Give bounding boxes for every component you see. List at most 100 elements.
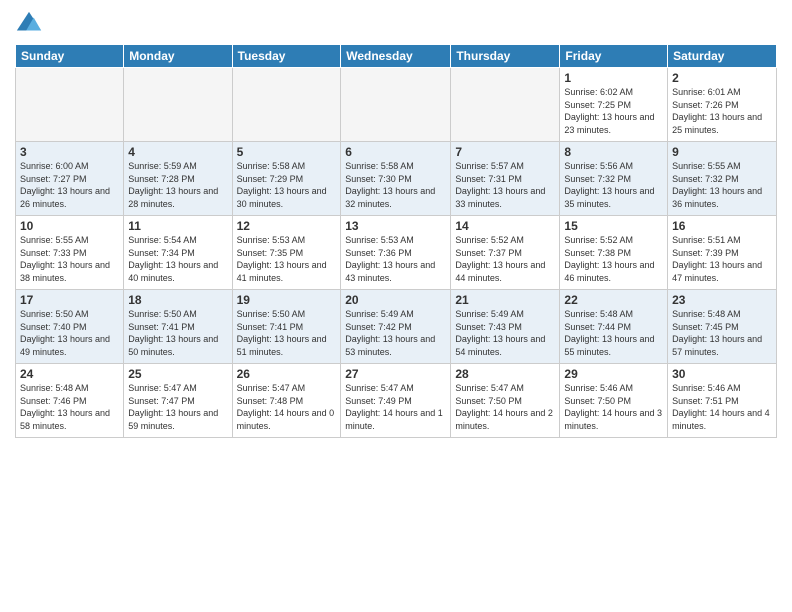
day-number: 20	[345, 293, 446, 307]
day-number: 26	[237, 367, 337, 381]
day-number: 21	[455, 293, 555, 307]
calendar-cell: 8Sunrise: 5:56 AM Sunset: 7:32 PM Daylig…	[560, 142, 668, 216]
calendar-cell: 9Sunrise: 5:55 AM Sunset: 7:32 PM Daylig…	[668, 142, 777, 216]
day-info: Sunrise: 5:48 AM Sunset: 7:44 PM Dayligh…	[564, 308, 663, 358]
calendar-cell: 25Sunrise: 5:47 AM Sunset: 7:47 PM Dayli…	[124, 364, 232, 438]
header	[15, 10, 777, 38]
day-number: 16	[672, 219, 772, 233]
calendar-cell: 21Sunrise: 5:49 AM Sunset: 7:43 PM Dayli…	[451, 290, 560, 364]
calendar-table: SundayMondayTuesdayWednesdayThursdayFrid…	[15, 44, 777, 438]
day-info: Sunrise: 5:58 AM Sunset: 7:29 PM Dayligh…	[237, 160, 337, 210]
day-info: Sunrise: 5:50 AM Sunset: 7:41 PM Dayligh…	[237, 308, 337, 358]
calendar-cell	[341, 68, 451, 142]
day-number: 12	[237, 219, 337, 233]
day-number: 18	[128, 293, 227, 307]
calendar-week-row: 1Sunrise: 6:02 AM Sunset: 7:25 PM Daylig…	[16, 68, 777, 142]
day-info: Sunrise: 6:01 AM Sunset: 7:26 PM Dayligh…	[672, 86, 772, 136]
day-number: 29	[564, 367, 663, 381]
calendar-cell: 28Sunrise: 5:47 AM Sunset: 7:50 PM Dayli…	[451, 364, 560, 438]
calendar-cell: 20Sunrise: 5:49 AM Sunset: 7:42 PM Dayli…	[341, 290, 451, 364]
calendar-day-header: Saturday	[668, 45, 777, 68]
day-number: 4	[128, 145, 227, 159]
day-number: 23	[672, 293, 772, 307]
day-info: Sunrise: 5:52 AM Sunset: 7:38 PM Dayligh…	[564, 234, 663, 284]
calendar-cell: 3Sunrise: 6:00 AM Sunset: 7:27 PM Daylig…	[16, 142, 124, 216]
calendar-cell: 23Sunrise: 5:48 AM Sunset: 7:45 PM Dayli…	[668, 290, 777, 364]
day-info: Sunrise: 5:48 AM Sunset: 7:46 PM Dayligh…	[20, 382, 119, 432]
calendar-cell: 14Sunrise: 5:52 AM Sunset: 7:37 PM Dayli…	[451, 216, 560, 290]
day-info: Sunrise: 5:49 AM Sunset: 7:43 PM Dayligh…	[455, 308, 555, 358]
day-number: 27	[345, 367, 446, 381]
day-number: 3	[20, 145, 119, 159]
calendar-week-row: 24Sunrise: 5:48 AM Sunset: 7:46 PM Dayli…	[16, 364, 777, 438]
day-info: Sunrise: 5:55 AM Sunset: 7:32 PM Dayligh…	[672, 160, 772, 210]
calendar-cell: 6Sunrise: 5:58 AM Sunset: 7:30 PM Daylig…	[341, 142, 451, 216]
day-info: Sunrise: 6:00 AM Sunset: 7:27 PM Dayligh…	[20, 160, 119, 210]
calendar-cell: 1Sunrise: 6:02 AM Sunset: 7:25 PM Daylig…	[560, 68, 668, 142]
calendar-week-row: 10Sunrise: 5:55 AM Sunset: 7:33 PM Dayli…	[16, 216, 777, 290]
day-info: Sunrise: 5:47 AM Sunset: 7:50 PM Dayligh…	[455, 382, 555, 432]
day-info: Sunrise: 5:50 AM Sunset: 7:40 PM Dayligh…	[20, 308, 119, 358]
day-info: Sunrise: 5:53 AM Sunset: 7:35 PM Dayligh…	[237, 234, 337, 284]
day-number: 10	[20, 219, 119, 233]
calendar-cell: 4Sunrise: 5:59 AM Sunset: 7:28 PM Daylig…	[124, 142, 232, 216]
day-info: Sunrise: 5:47 AM Sunset: 7:49 PM Dayligh…	[345, 382, 446, 432]
calendar-cell	[16, 68, 124, 142]
day-number: 17	[20, 293, 119, 307]
calendar-cell: 26Sunrise: 5:47 AM Sunset: 7:48 PM Dayli…	[232, 364, 341, 438]
day-info: Sunrise: 5:51 AM Sunset: 7:39 PM Dayligh…	[672, 234, 772, 284]
calendar-day-header: Monday	[124, 45, 232, 68]
calendar-cell: 19Sunrise: 5:50 AM Sunset: 7:41 PM Dayli…	[232, 290, 341, 364]
calendar-cell: 13Sunrise: 5:53 AM Sunset: 7:36 PM Dayli…	[341, 216, 451, 290]
calendar-cell: 12Sunrise: 5:53 AM Sunset: 7:35 PM Dayli…	[232, 216, 341, 290]
calendar-cell: 22Sunrise: 5:48 AM Sunset: 7:44 PM Dayli…	[560, 290, 668, 364]
day-number: 7	[455, 145, 555, 159]
day-info: Sunrise: 5:53 AM Sunset: 7:36 PM Dayligh…	[345, 234, 446, 284]
day-number: 6	[345, 145, 446, 159]
calendar-cell: 11Sunrise: 5:54 AM Sunset: 7:34 PM Dayli…	[124, 216, 232, 290]
day-info: Sunrise: 5:56 AM Sunset: 7:32 PM Dayligh…	[564, 160, 663, 210]
day-number: 14	[455, 219, 555, 233]
day-info: Sunrise: 5:47 AM Sunset: 7:47 PM Dayligh…	[128, 382, 227, 432]
calendar-cell: 17Sunrise: 5:50 AM Sunset: 7:40 PM Dayli…	[16, 290, 124, 364]
calendar-cell: 5Sunrise: 5:58 AM Sunset: 7:29 PM Daylig…	[232, 142, 341, 216]
day-info: Sunrise: 5:57 AM Sunset: 7:31 PM Dayligh…	[455, 160, 555, 210]
calendar-cell: 24Sunrise: 5:48 AM Sunset: 7:46 PM Dayli…	[16, 364, 124, 438]
logo-icon	[15, 10, 43, 38]
calendar-day-header: Sunday	[16, 45, 124, 68]
calendar-day-header: Thursday	[451, 45, 560, 68]
calendar-cell: 30Sunrise: 5:46 AM Sunset: 7:51 PM Dayli…	[668, 364, 777, 438]
calendar-day-header: Wednesday	[341, 45, 451, 68]
day-info: Sunrise: 5:54 AM Sunset: 7:34 PM Dayligh…	[128, 234, 227, 284]
calendar-cell	[451, 68, 560, 142]
calendar-cell: 2Sunrise: 6:01 AM Sunset: 7:26 PM Daylig…	[668, 68, 777, 142]
calendar-day-header: Tuesday	[232, 45, 341, 68]
day-info: Sunrise: 5:47 AM Sunset: 7:48 PM Dayligh…	[237, 382, 337, 432]
calendar-cell: 16Sunrise: 5:51 AM Sunset: 7:39 PM Dayli…	[668, 216, 777, 290]
day-info: Sunrise: 5:50 AM Sunset: 7:41 PM Dayligh…	[128, 308, 227, 358]
day-number: 24	[20, 367, 119, 381]
calendar-cell	[232, 68, 341, 142]
day-number: 15	[564, 219, 663, 233]
day-info: Sunrise: 5:49 AM Sunset: 7:42 PM Dayligh…	[345, 308, 446, 358]
calendar-week-row: 3Sunrise: 6:00 AM Sunset: 7:27 PM Daylig…	[16, 142, 777, 216]
day-info: Sunrise: 5:52 AM Sunset: 7:37 PM Dayligh…	[455, 234, 555, 284]
calendar-day-header: Friday	[560, 45, 668, 68]
logo	[15, 10, 47, 38]
calendar-cell	[124, 68, 232, 142]
day-number: 22	[564, 293, 663, 307]
calendar-cell: 29Sunrise: 5:46 AM Sunset: 7:50 PM Dayli…	[560, 364, 668, 438]
day-info: Sunrise: 5:58 AM Sunset: 7:30 PM Dayligh…	[345, 160, 446, 210]
calendar-cell: 15Sunrise: 5:52 AM Sunset: 7:38 PM Dayli…	[560, 216, 668, 290]
day-info: Sunrise: 5:59 AM Sunset: 7:28 PM Dayligh…	[128, 160, 227, 210]
day-info: Sunrise: 6:02 AM Sunset: 7:25 PM Dayligh…	[564, 86, 663, 136]
day-number: 25	[128, 367, 227, 381]
calendar-header-row: SundayMondayTuesdayWednesdayThursdayFrid…	[16, 45, 777, 68]
day-number: 19	[237, 293, 337, 307]
day-info: Sunrise: 5:46 AM Sunset: 7:50 PM Dayligh…	[564, 382, 663, 432]
day-info: Sunrise: 5:46 AM Sunset: 7:51 PM Dayligh…	[672, 382, 772, 432]
calendar-cell: 18Sunrise: 5:50 AM Sunset: 7:41 PM Dayli…	[124, 290, 232, 364]
page: SundayMondayTuesdayWednesdayThursdayFrid…	[0, 0, 792, 612]
day-number: 2	[672, 71, 772, 85]
day-info: Sunrise: 5:48 AM Sunset: 7:45 PM Dayligh…	[672, 308, 772, 358]
